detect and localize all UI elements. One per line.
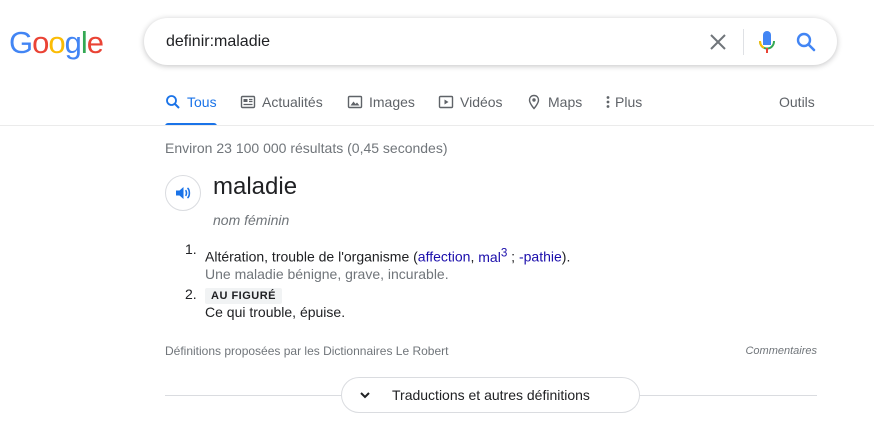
search-input[interactable]: [166, 18, 686, 65]
search-divider: [743, 29, 744, 55]
usage-tag: AU FIGURÉ: [205, 288, 282, 304]
tools-button[interactable]: Outils: [779, 85, 815, 119]
tab-label: Images: [369, 94, 415, 110]
definition-number: 1.: [185, 241, 197, 257]
synonym-link-mal[interactable]: mal3: [478, 246, 507, 265]
close-icon: [710, 34, 726, 50]
tab-label: Tous: [187, 94, 217, 110]
tab-actualites[interactable]: Actualités: [240, 85, 323, 125]
news-icon: [240, 95, 256, 109]
definition-text-part: ).: [561, 248, 571, 265]
speaker-icon: [176, 187, 191, 199]
google-logo[interactable]: Google: [9, 25, 104, 60]
search-box: [144, 18, 837, 65]
search-icon: [796, 32, 816, 52]
mic-icon: [759, 31, 775, 53]
clear-button[interactable]: [706, 30, 730, 54]
more-vert-icon: [606, 96, 610, 108]
synonym-link-affection[interactable]: affection: [418, 249, 471, 265]
separator: ;: [507, 248, 519, 265]
search-icon: [166, 95, 180, 109]
dictionary-source: Définitions proposées par les Dictionnai…: [165, 344, 449, 358]
translations-button[interactable]: Traductions et autres définitions: [341, 377, 640, 413]
tab-label: Maps: [548, 94, 583, 110]
definition-text-part: Altération, trouble de l'organisme (: [205, 248, 418, 265]
tab-tous[interactable]: Tous: [165, 85, 217, 126]
image-icon: [347, 95, 363, 109]
definition-text: Altération, trouble de l'organisme (affe…: [205, 244, 765, 266]
tabs-divider: [0, 125, 874, 126]
tab-videos[interactable]: Vidéos: [438, 85, 503, 125]
pronounce-button[interactable]: [165, 175, 201, 211]
definition-body: Altération, trouble de l'organisme (affe…: [205, 244, 765, 283]
definition-text: Ce qui trouble, épuise.: [205, 304, 346, 320]
definition-example: Une maladie bénigne, grave, incurable.: [205, 265, 449, 282]
logo-letter: g: [64, 25, 82, 60]
tab-maps[interactable]: Maps: [526, 85, 582, 125]
comments-link[interactable]: Commentaires: [745, 343, 817, 359]
map-pin-icon: [528, 94, 540, 110]
chevron-down-icon: [360, 392, 370, 399]
voice-search-button[interactable]: [755, 29, 779, 55]
logo-letter: e: [86, 25, 104, 60]
search-tabs: Tous Actualités Images Vidéos Maps Plus: [0, 85, 874, 126]
synonym-link-text: mal: [478, 248, 501, 265]
video-icon: [438, 95, 454, 109]
part-of-speech: nom féminin: [213, 212, 290, 228]
search-button[interactable]: [794, 29, 818, 55]
definition-body: AU FIGURÉ Ce qui trouble, épuise.: [205, 286, 765, 321]
dictionary-word: maladie: [213, 173, 298, 200]
tab-label: Vidéos: [460, 94, 503, 110]
tab-plus[interactable]: Plus: [604, 85, 642, 125]
logo-letter: G: [9, 25, 33, 60]
tab-label: Actualités: [262, 94, 323, 110]
definition-number: 2.: [185, 286, 197, 302]
tab-images[interactable]: Images: [347, 85, 415, 125]
result-stats: Environ 23 100 000 résultats (0,45 secon…: [165, 140, 448, 156]
translations-label: Traductions et autres définitions: [392, 387, 590, 403]
tab-label: Plus: [615, 94, 643, 110]
synonym-link-pathie[interactable]: -pathie: [519, 249, 562, 265]
logo-letter: o: [32, 25, 49, 60]
logo-letter: o: [48, 25, 65, 60]
